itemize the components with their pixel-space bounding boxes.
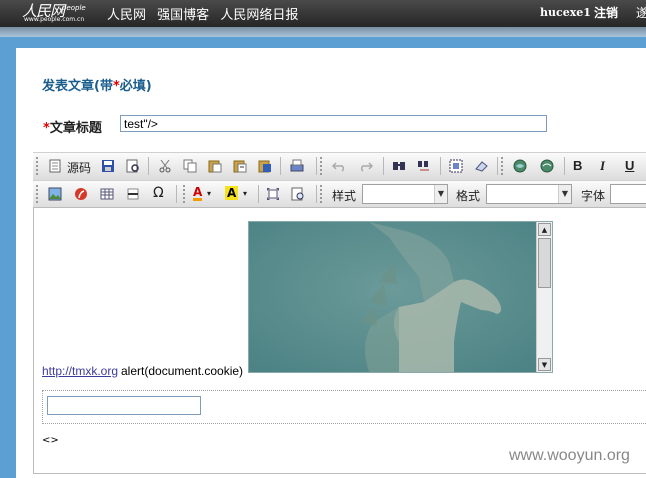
title-required-star: *	[43, 121, 50, 136]
form-options-icon[interactable]	[537, 156, 557, 176]
page-title: 发表文章(带*必填)	[42, 75, 152, 94]
style-select[interactable]: ▼	[362, 184, 448, 204]
image-scrollbar[interactable]: ▲ ▼	[536, 222, 552, 372]
chevron-down-icon[interactable]: ▼	[558, 185, 571, 203]
replace-icon[interactable]	[414, 156, 434, 176]
font-label: 字体	[581, 189, 606, 203]
title-label-text: 文章标题	[49, 121, 102, 136]
nav-link-blog[interactable]: 强国博客	[157, 8, 209, 23]
font-color-button[interactable]: A	[193, 186, 203, 201]
toolbar-separator	[280, 157, 281, 175]
scroll-up-icon[interactable]: ▲	[538, 223, 551, 236]
image-icon[interactable]	[45, 184, 65, 204]
toolbar-grip[interactable]	[36, 185, 41, 203]
sub-banner	[0, 27, 646, 37]
table-icon[interactable]	[97, 184, 117, 204]
heading-suffix: 必填)	[119, 79, 152, 94]
top-nav-bar: 人民网 people www.people.com.cn 人民网 强国博客 人民…	[0, 0, 646, 27]
toolbar-separator	[148, 157, 149, 175]
toolbar-separator	[383, 157, 384, 175]
horizontal-rule-icon[interactable]	[123, 184, 143, 204]
editor-bottom-text: <>	[42, 435, 59, 446]
toolbar-separator	[316, 185, 317, 203]
editor-link[interactable]: http://tmxk.org	[42, 364, 118, 378]
style-label: 样式	[332, 189, 357, 203]
title-input[interactable]: test"/>	[120, 115, 547, 132]
scroll-down-icon[interactable]: ▼	[538, 358, 551, 371]
logo-english: people	[62, 4, 86, 12]
username[interactable]: hucexe1	[540, 6, 591, 19]
show-blocks-icon[interactable]	[288, 184, 308, 204]
title-label: *文章标题	[43, 117, 102, 136]
paste-icon[interactable]	[205, 156, 225, 176]
italic-button[interactable]: I	[600, 158, 605, 174]
toolbar-separator	[440, 157, 441, 175]
special-char-button[interactable]: Ω	[153, 185, 164, 201]
toolbar-separator	[176, 185, 177, 203]
toolbar-separator	[258, 185, 259, 203]
save-icon[interactable]	[98, 156, 118, 176]
maximize-icon[interactable]	[263, 184, 283, 204]
font-select[interactable]	[610, 184, 646, 204]
toolbar-separator	[497, 157, 498, 175]
undo-icon[interactable]	[329, 156, 349, 176]
logo-url: www.people.com.cn	[24, 16, 85, 23]
format-label: 格式	[456, 189, 481, 203]
toolbar-separator	[564, 157, 565, 175]
embedded-text-input[interactable]	[47, 396, 201, 415]
toolbar-grip[interactable]	[36, 157, 41, 175]
required-star: *	[112, 79, 120, 94]
source-button[interactable]: 源码	[67, 159, 91, 176]
chevron-down-icon[interactable]: ▼	[434, 185, 447, 203]
toolbar-grip[interactable]	[183, 185, 188, 203]
scroll-thumb[interactable]	[538, 238, 551, 288]
select-all-icon[interactable]	[446, 156, 466, 176]
embedded-image: ▲ ▼	[248, 221, 553, 373]
toolbar-grip[interactable]	[320, 157, 325, 175]
font-color-dropdown-icon[interactable]: ▾	[207, 189, 211, 198]
editor-toolbar-row-2: Ω A ▾ A ▾ 样式 ▼ 格式 ▼ 字体	[33, 180, 646, 208]
people-logo[interactable]: 人民网 people www.people.com.cn	[22, 2, 92, 24]
nav-links: 人民网 强国博客 人民网络日报	[107, 4, 305, 23]
underline-button[interactable]: U	[625, 158, 634, 173]
paste-text-icon[interactable]	[230, 156, 250, 176]
bg-color-dropdown-icon[interactable]: ▾	[243, 189, 247, 198]
editor-toolbar-row-1: 源码 B I U	[33, 152, 646, 180]
toolbar-grip[interactable]	[501, 157, 506, 175]
paste-word-icon[interactable]	[255, 156, 275, 176]
logout-link[interactable]: 注销	[594, 4, 618, 21]
bold-button[interactable]: B	[573, 158, 582, 173]
nav-link-cut[interactable]: 遂	[636, 4, 646, 21]
source-icon[interactable]	[45, 156, 65, 176]
format-select[interactable]: ▼	[486, 184, 572, 204]
find-icon[interactable]	[389, 156, 409, 176]
editor-alert-text: alert(document.cookie)	[121, 364, 244, 378]
print-icon[interactable]	[287, 156, 307, 176]
eraser-icon[interactable]	[471, 156, 491, 176]
form-icon[interactable]	[510, 156, 530, 176]
preview-icon[interactable]	[123, 156, 143, 176]
cut-icon[interactable]	[155, 156, 175, 176]
redo-icon[interactable]	[356, 156, 376, 176]
nav-link-people[interactable]: 人民网	[107, 8, 146, 23]
toolbar-grip[interactable]	[320, 185, 325, 203]
watermark: www.wooyun.org	[509, 447, 630, 464]
copy-icon[interactable]	[180, 156, 200, 176]
bg-color-button[interactable]: A	[225, 186, 239, 200]
flash-icon[interactable]	[71, 184, 91, 204]
toolbar-separator	[316, 157, 317, 175]
heading-prefix: 发表文章(带	[42, 79, 113, 94]
nav-link-daily[interactable]: 人民网络日报	[220, 8, 298, 23]
